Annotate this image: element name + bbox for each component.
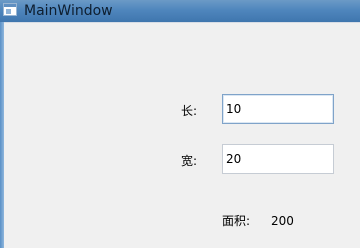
client-area: 长: 10 宽: 20 面积: 200 [4, 22, 360, 248]
area-label: 面积: [222, 214, 251, 228]
app-window-icon [3, 3, 17, 16]
width-label: 宽: [181, 154, 198, 168]
width-input[interactable]: 20 [222, 144, 334, 174]
area-value: 200 [271, 214, 294, 228]
length-label: 长: [181, 104, 198, 118]
length-input[interactable]: 10 [222, 94, 334, 124]
title-bar[interactable]: MainWindow [0, 0, 360, 22]
window-title: MainWindow [24, 3, 113, 19]
main-window: MainWindow 长: 10 宽: 20 面积: 200 [0, 0, 360, 248]
